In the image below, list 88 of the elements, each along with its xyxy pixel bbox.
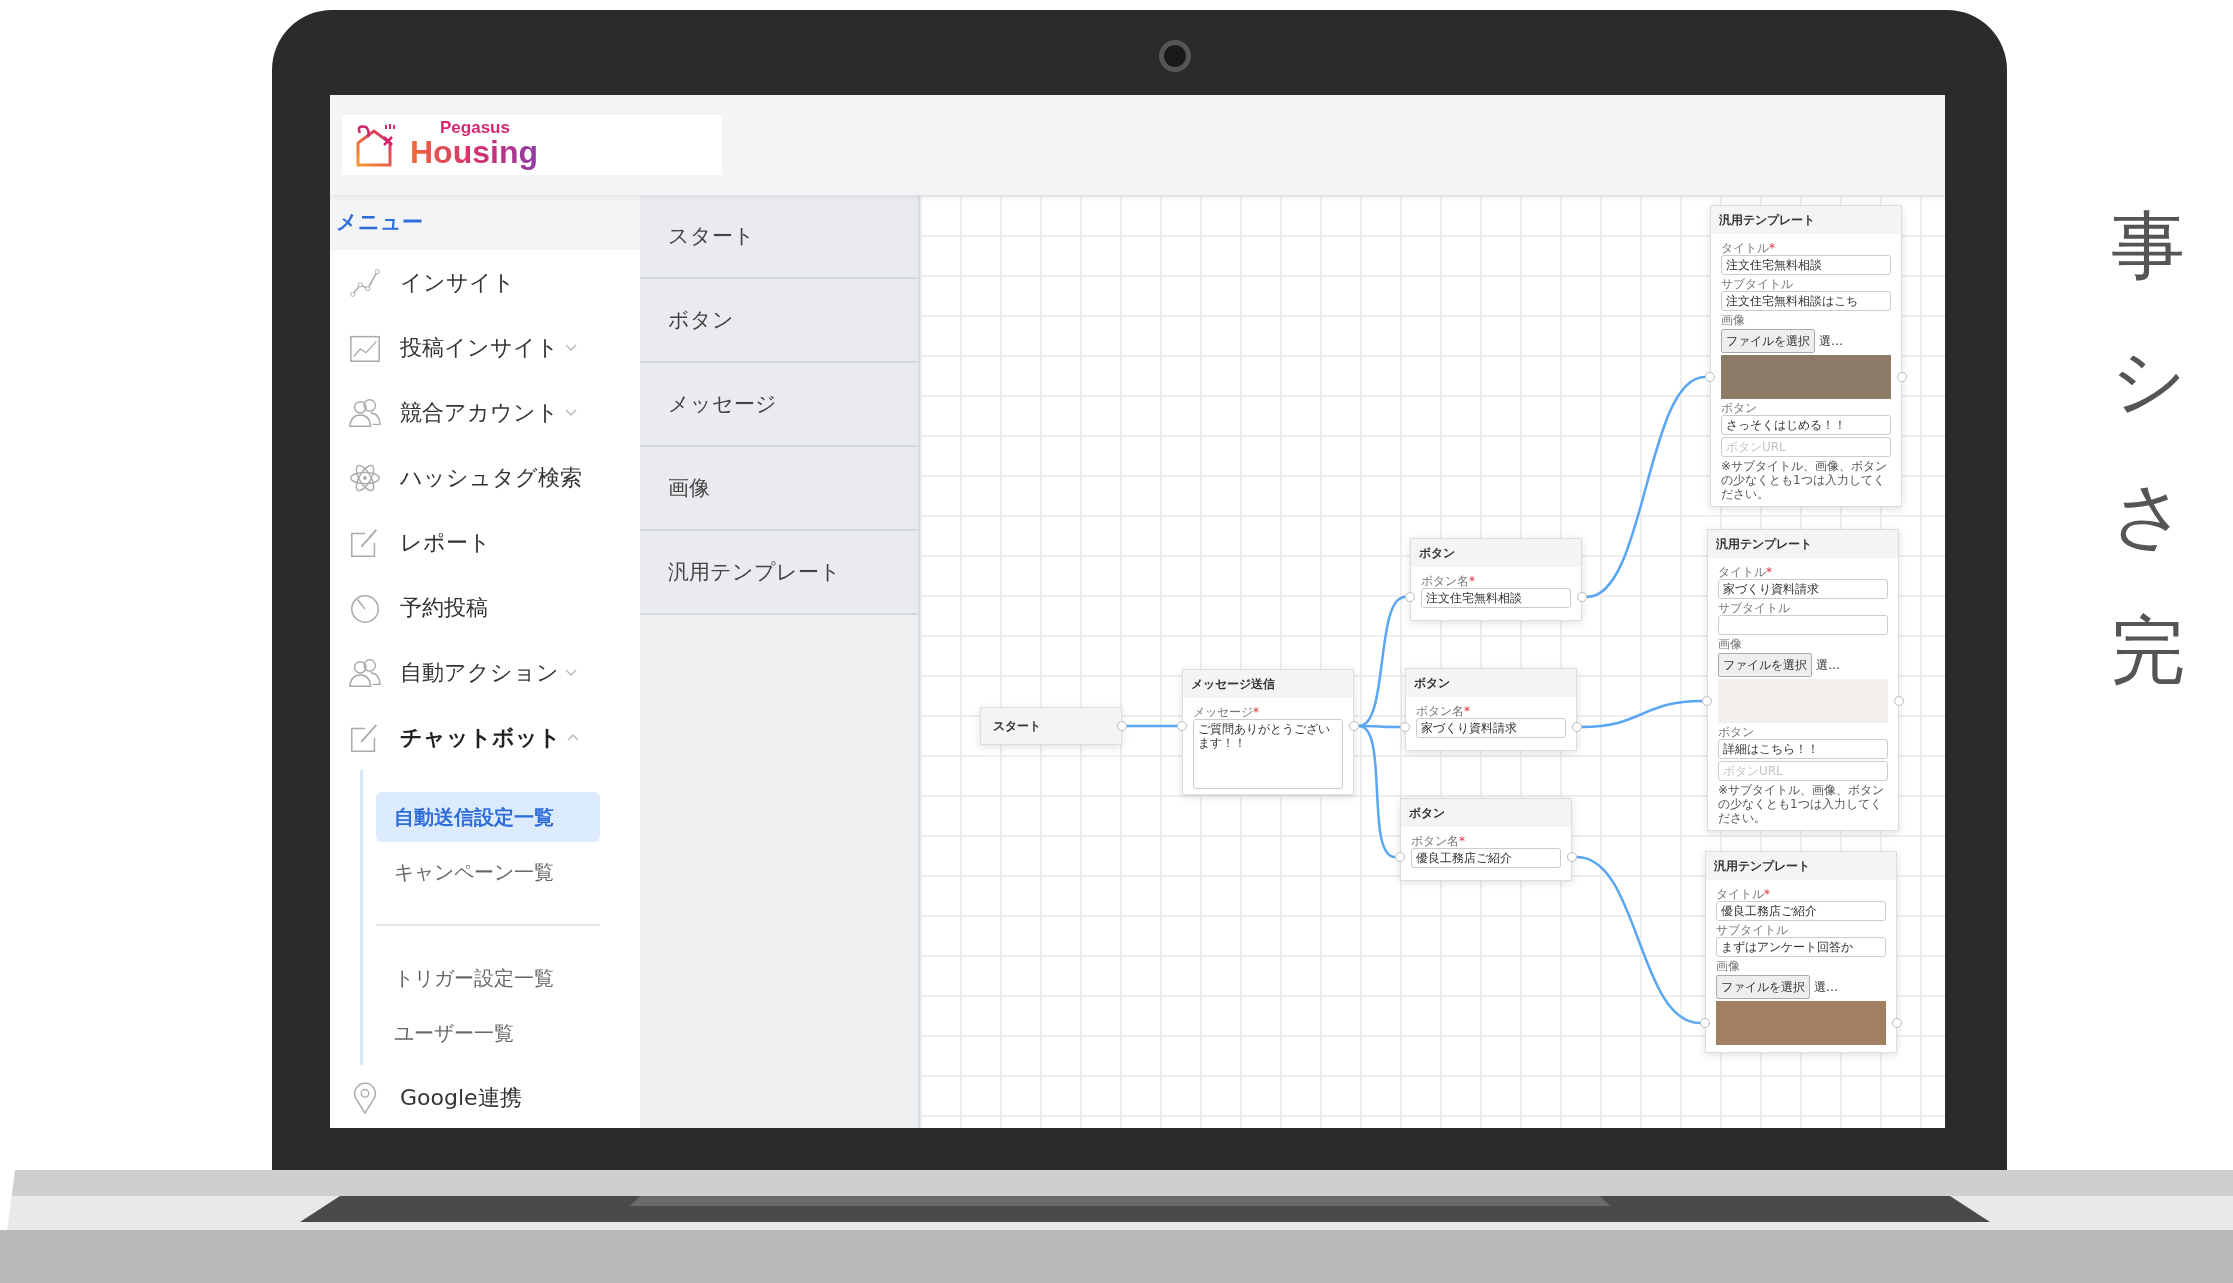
text-field[interactable]: 注文住宅無料相談はこち [1721, 291, 1891, 311]
field-label: タイトル* [1716, 887, 1771, 901]
submenu-item[interactable]: 自動送信設定一覧 [376, 792, 600, 842]
helper-note: ※サブタイトル、画像、ボタンの少なくとも1つは入力してください。 [1718, 783, 1886, 825]
node-title: 汎用テンプレート [1706, 852, 1896, 880]
palette-item[interactable]: ボタン [640, 279, 918, 363]
connector-line [1127, 724, 1177, 728]
sidebar-item[interactable]: レポート [330, 510, 640, 575]
sidebar-item[interactable]: Google連携 [330, 1065, 640, 1128]
node-title: ボタン [1411, 539, 1581, 567]
text-field[interactable]: 家づくり資料請求 [1416, 718, 1566, 738]
text-field[interactable]: 注文住宅無料相談 [1421, 588, 1571, 608]
sidebar-item[interactable]: ハッシュタグ検索 [330, 445, 640, 510]
port-handle[interactable] [1897, 372, 1907, 382]
text-field[interactable]: 優良工務店ご紹介 [1411, 848, 1561, 868]
house-icon [354, 123, 398, 167]
port-handle[interactable] [1892, 1018, 1902, 1028]
menu-heading: メニュー [336, 210, 423, 236]
sidebar-item[interactable]: 予約投稿 [330, 575, 640, 640]
node-title: メッセージ送信 [1183, 670, 1353, 698]
file-status: 選… [1816, 658, 1840, 672]
port-handle[interactable] [1577, 592, 1587, 602]
port-handle[interactable] [1894, 696, 1904, 706]
sidebar-item[interactable]: 競合アカウント [330, 380, 640, 445]
sidebar-item[interactable]: インサイト [330, 250, 640, 315]
field-label: 画像 [1718, 637, 1743, 651]
submenu-item[interactable]: トリガー設定一覧 [376, 953, 600, 1003]
port-handle[interactable] [1405, 592, 1415, 602]
field-label: ボタン名* [1421, 574, 1476, 588]
field-label: サブタイトル [1718, 601, 1791, 615]
file-select-button[interactable]: ファイルを選択 [1716, 975, 1810, 999]
port-handle[interactable] [1572, 722, 1582, 732]
palette-item[interactable]: メッセージ [640, 363, 918, 447]
text-field[interactable] [1718, 615, 1888, 635]
node-title: ボタン [1406, 669, 1576, 697]
caption-text: 完 [2111, 606, 2186, 695]
port-handle[interactable] [1705, 372, 1715, 382]
port-handle[interactable] [1117, 721, 1127, 731]
field-label: ボタン名* [1416, 704, 1471, 718]
caption-text: 事 [2111, 201, 2186, 290]
field-label: 画像 [1721, 313, 1746, 327]
sidebar-item[interactable]: 自動アクション [330, 640, 640, 705]
node-title: ボタン [1401, 799, 1571, 827]
text-field[interactable]: 詳細はこちら！！ [1718, 739, 1888, 759]
field-label: ボタン [1718, 725, 1755, 739]
field-label: タイトル* [1721, 241, 1776, 255]
message-textarea[interactable]: ご質問ありがとうございます！！ [1193, 719, 1343, 789]
node-title: 汎用テンプレート [1711, 206, 1901, 234]
palette-item[interactable]: 汎用テンプレート [640, 531, 918, 615]
field-label: サブタイトル [1721, 277, 1794, 291]
field-label: サブタイトル [1716, 923, 1789, 937]
sidebar-item[interactable]: 投稿インサイト [330, 315, 640, 380]
caption-text: さ [2111, 471, 2187, 560]
chevron-up-icon[interactable] [567, 732, 579, 743]
port-handle[interactable] [1400, 722, 1410, 732]
port-handle[interactable] [1395, 852, 1405, 862]
text-field[interactable]: さっそくはじめる！！ [1721, 415, 1891, 435]
palette-item[interactable]: 画像 [640, 447, 918, 531]
chevron-down-icon[interactable] [565, 342, 577, 353]
text-field[interactable]: 優良工務店ご紹介 [1716, 901, 1886, 921]
field-label: ボタン [1721, 401, 1758, 415]
node-title: 汎用テンプレート [1708, 530, 1898, 558]
submenu-item[interactable]: キャンペーン一覧 [376, 847, 600, 897]
field-label: タイトル* [1718, 565, 1773, 579]
logo-text: Pegasus [440, 118, 511, 136]
file-status: 選… [1814, 980, 1838, 994]
port-handle[interactable] [1700, 1018, 1710, 1028]
chevron-down-icon[interactable] [565, 407, 577, 418]
file-select-button[interactable]: ファイルを選択 [1721, 329, 1815, 353]
text-field[interactable]: 家づくり資料請求 [1718, 579, 1888, 599]
field-label: ボタン名* [1411, 834, 1466, 848]
text-field[interactable]: 注文住宅無料相談 [1721, 255, 1891, 275]
file-select-button[interactable]: ファイルを選択 [1718, 653, 1812, 677]
field-label: 画像 [1716, 959, 1741, 973]
port-handle[interactable] [1177, 721, 1187, 731]
port-handle[interactable] [1702, 696, 1712, 706]
submenu-item[interactable]: ユーザー一覧 [376, 1008, 600, 1058]
camera-icon [1159, 40, 1191, 72]
helper-note: ※サブタイトル、画像、ボタンの少なくとも1つは入力してください。 [1721, 459, 1889, 501]
palette-item[interactable]: スタート [640, 195, 918, 279]
port-handle[interactable] [1349, 721, 1359, 731]
caption-text: シ [2111, 336, 2187, 425]
chevron-down-icon[interactable] [565, 667, 577, 678]
port-handle[interactable] [1567, 852, 1577, 862]
text-field[interactable]: まずはアンケート回答か [1716, 937, 1886, 957]
field-label: メッセージ* [1193, 705, 1260, 719]
sidebar-item[interactable]: チャットボット [330, 705, 640, 770]
file-status: 選… [1819, 334, 1843, 348]
